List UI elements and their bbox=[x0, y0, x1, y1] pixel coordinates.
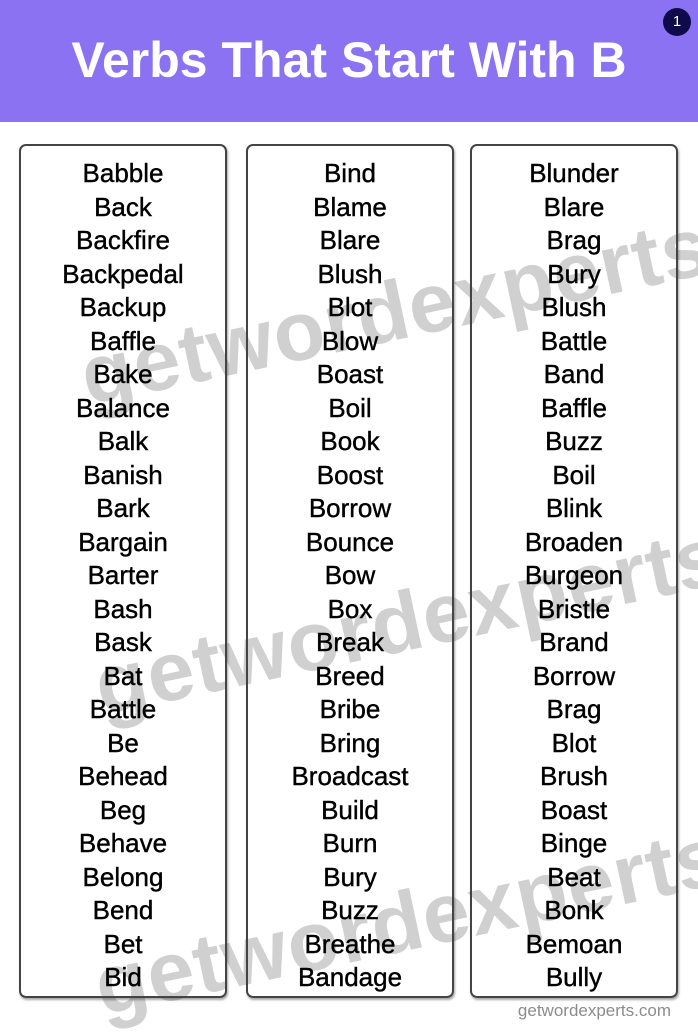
verb-item: Baffle bbox=[89, 325, 156, 356]
verb-item: Bend bbox=[92, 895, 154, 925]
verb-item: Brush bbox=[540, 761, 608, 791]
verb-item: Bury bbox=[547, 258, 601, 289]
verb-item: Beat bbox=[547, 861, 601, 892]
verb-item: Bark bbox=[96, 493, 150, 523]
footer-site-url: getwordexperts.com bbox=[517, 1001, 671, 1020]
verb-item: Boast bbox=[540, 794, 608, 825]
verb-item: Belong bbox=[82, 861, 164, 892]
word-column-3: Blunder Blare Brag Bury Blush Battle Band Baffl… bbox=[470, 144, 678, 998]
page-title: Verbs That Start With B bbox=[71, 32, 627, 88]
verb-item: Borrow bbox=[532, 660, 616, 691]
verb-item: Burgeon bbox=[524, 560, 624, 590]
page-number-badge: 1 bbox=[663, 8, 691, 36]
verb-item: Bristle bbox=[537, 593, 611, 624]
verb-item: Bake bbox=[93, 359, 153, 389]
verb-item: Backpedal bbox=[62, 258, 184, 289]
verb-item: Break bbox=[316, 627, 384, 657]
verb-item: Borrow bbox=[308, 493, 392, 523]
verb-item: Behave bbox=[78, 828, 168, 858]
verb-item: Behead bbox=[78, 761, 168, 791]
verb-item: Bribe bbox=[319, 694, 381, 724]
verb-item: Battle bbox=[89, 694, 157, 724]
verb-item: Blare bbox=[319, 225, 381, 255]
verb-item: Bury bbox=[323, 861, 377, 892]
verb-item: Bash bbox=[93, 593, 153, 624]
verb-item: Broaden bbox=[524, 526, 624, 557]
verb-item: Box bbox=[327, 593, 373, 624]
verb-item: Bounce bbox=[305, 526, 395, 557]
verb-item: Bat bbox=[103, 660, 143, 691]
verb-item: Blot bbox=[327, 292, 373, 322]
verb-item: Bonk bbox=[544, 895, 604, 925]
verb-item: Blot bbox=[551, 727, 597, 758]
verb-item: Beg bbox=[99, 794, 147, 825]
verb-item: Balance bbox=[76, 392, 170, 423]
verb-item: Bandage bbox=[297, 962, 403, 992]
verb-item: Band bbox=[543, 359, 605, 389]
verb-item: Blush bbox=[317, 258, 383, 289]
verb-item: Blush bbox=[541, 292, 607, 322]
verb-item: Boost bbox=[316, 459, 384, 490]
verb-item: Brag bbox=[546, 694, 602, 724]
verb-item: Backup bbox=[79, 292, 167, 322]
verb-item: Bring bbox=[319, 727, 381, 758]
verb-item: Battle bbox=[540, 325, 608, 356]
word-column-1: Babble Back Backfire Backpedal Backup Baffle B… bbox=[19, 144, 227, 998]
word-list: Babble Back Backfire Backpedal Backup Baffle B… bbox=[21, 146, 225, 995]
verb-item: Buzz bbox=[545, 426, 603, 456]
verb-item: Buzz bbox=[321, 895, 379, 925]
verb-item: Backfire bbox=[76, 225, 170, 255]
verb-item: Blink bbox=[545, 493, 603, 523]
verb-item: Blow bbox=[321, 325, 379, 356]
verb-item: Burn bbox=[322, 828, 378, 858]
verb-item: Build bbox=[321, 794, 379, 825]
verb-item: Bully bbox=[545, 962, 603, 992]
word-list: Blunder Blare Brag Bury Blush Battle Band Baffl… bbox=[472, 146, 676, 995]
verb-item: Boast bbox=[316, 359, 384, 389]
verb-item: Babble bbox=[82, 158, 164, 188]
verb-item: Bid bbox=[104, 962, 142, 992]
verb-item: Blunder bbox=[529, 158, 619, 188]
verb-item: Binge bbox=[540, 828, 608, 858]
verb-item: Be bbox=[107, 727, 139, 758]
verb-item: Back bbox=[94, 191, 152, 222]
verb-item: Bet bbox=[103, 928, 143, 959]
verb-item: Blame bbox=[313, 191, 387, 222]
verb-item: Brag bbox=[546, 225, 602, 255]
verb-item: Blare bbox=[543, 191, 605, 222]
verb-item: Bask bbox=[94, 627, 152, 657]
verb-item: Banish bbox=[83, 459, 163, 490]
verb-item: Bind bbox=[323, 158, 377, 188]
verb-item: Book bbox=[320, 426, 380, 456]
word-column-2: Bind Blame Blare Blush Blot Blow Boast Boil Book… bbox=[246, 144, 454, 998]
header-banner: Verbs That Start With B 1 bbox=[0, 0, 698, 122]
word-list: Bind Blame Blare Blush Blot Blow Boast Boil Book… bbox=[248, 146, 452, 995]
verb-item: Balk bbox=[97, 426, 149, 456]
verb-item: Boil bbox=[328, 392, 372, 423]
verb-item: Baffle bbox=[540, 392, 607, 423]
verb-item: Bemoan bbox=[525, 928, 623, 959]
verb-item: Broadcast bbox=[291, 761, 409, 791]
verb-item: Breathe bbox=[304, 928, 396, 959]
verb-item: Bargain bbox=[78, 526, 168, 557]
verb-item: Brand bbox=[539, 627, 609, 657]
verb-item: Bow bbox=[324, 560, 376, 590]
verb-item: Barter bbox=[87, 560, 159, 590]
verb-item: Boil bbox=[552, 459, 596, 490]
verb-item: Breed bbox=[315, 660, 385, 691]
